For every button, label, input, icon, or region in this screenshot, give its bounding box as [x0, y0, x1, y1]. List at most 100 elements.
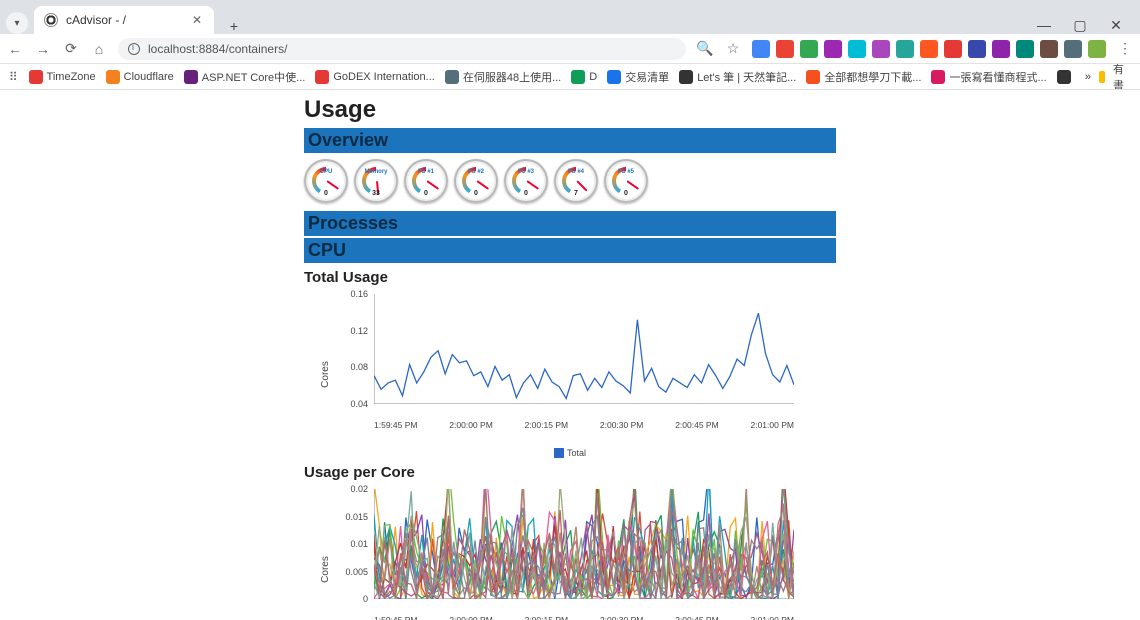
- address-bar: ← → ⟳ ⌂ localhost:8884/containers/ 🔍 ☆ ⋮: [0, 34, 1140, 64]
- bookmark-favicon: [29, 70, 43, 84]
- gauge-label: FS #3: [504, 169, 548, 175]
- extension-icon[interactable]: [800, 40, 818, 58]
- extension-icon[interactable]: [1064, 40, 1082, 58]
- nav-back-button[interactable]: ←: [6, 40, 24, 58]
- window-close-button[interactable]: ✕: [1102, 17, 1130, 34]
- bookmark-favicon: [806, 70, 820, 84]
- section-overview: Overview: [304, 128, 836, 153]
- chart-percore-ylabel: Cores: [320, 556, 331, 583]
- bookmark-item[interactable]: ASP.NET Core中使...: [184, 69, 306, 85]
- legend-item[interactable]: Total: [554, 448, 586, 458]
- gauge-value: 0: [404, 190, 448, 197]
- extension-icon[interactable]: [968, 40, 986, 58]
- bookmark-item[interactable]: 全部都想學刀下載...: [806, 69, 921, 85]
- bookmarks-overflow[interactable]: »: [1085, 71, 1091, 83]
- bookmark-item[interactable]: 在伺服器48上使用...: [445, 69, 561, 85]
- browser-menu-button[interactable]: ⋮: [1116, 40, 1134, 58]
- bookmark-item[interactable]: Let's 筆 | 天然筆記...: [679, 69, 796, 85]
- heading-usage: Usage: [304, 96, 836, 124]
- tab-list-button[interactable]: ▾: [6, 12, 28, 34]
- bookmark-item[interactable]: Cloudflare: [106, 69, 174, 85]
- url-text: localhost:8884/containers/: [148, 42, 287, 56]
- bookmark-label: 一張寫看懂商程式...: [949, 69, 1046, 85]
- gauge-label: FS #1: [404, 169, 448, 175]
- heading-total-usage: Total Usage: [304, 269, 836, 286]
- bookmark-item[interactable]: D: [571, 69, 597, 85]
- bookmark-favicon: [607, 70, 621, 84]
- bookmark-star-icon[interactable]: ☆: [724, 40, 742, 58]
- bookmark-label: 在伺服器48上使用...: [463, 69, 561, 85]
- bookmark-favicon: [931, 70, 945, 84]
- folder-icon: [1099, 71, 1105, 83]
- chart-total-ylabel: Cores: [320, 361, 331, 388]
- extension-icon[interactable]: [872, 40, 890, 58]
- gauge: FS #3 0: [504, 159, 548, 203]
- gauge-label: Memory: [354, 169, 398, 175]
- gauge-value: 0: [604, 190, 648, 197]
- extension-icon[interactable]: [1016, 40, 1034, 58]
- section-processes[interactable]: Processes: [304, 211, 836, 236]
- heading-usage-per-core: Usage per Core: [304, 464, 836, 481]
- chart-total-usage: Cores 0.040.080.120.16 1:59:45 PM2:00:00…: [340, 294, 836, 444]
- search-icon[interactable]: 🔍: [696, 40, 714, 58]
- bookmark-favicon: [1057, 70, 1071, 84]
- page-scroll-region[interactable]: Usage Overview CPU 0 Memory 33 FS #1 0 F…: [0, 90, 1140, 620]
- extension-icon[interactable]: [824, 40, 842, 58]
- gauge: FS #2 0: [454, 159, 498, 203]
- extension-icon[interactable]: [1088, 40, 1106, 58]
- extension-icon[interactable]: [848, 40, 866, 58]
- bookmark-favicon: [315, 70, 329, 84]
- nav-reload-button[interactable]: ⟳: [62, 40, 80, 58]
- gauge-label: FS #4: [554, 169, 598, 175]
- url-field[interactable]: localhost:8884/containers/: [118, 38, 686, 60]
- bookmark-favicon: [445, 70, 459, 84]
- extension-icon[interactable]: [1040, 40, 1058, 58]
- section-cpu: CPU: [304, 238, 836, 263]
- extensions-row: [752, 40, 1106, 58]
- tab-favicon: [44, 13, 58, 27]
- all-bookmarks-button[interactable]: 所有書籤: [1113, 64, 1132, 90]
- chart-per-core: Cores 00.0050.010.0150.02 1:59:45 PM2:00…: [340, 489, 836, 620]
- gauges-row: CPU 0 Memory 33 FS #1 0 FS #2 0 FS #3 0 …: [304, 159, 836, 203]
- gauge-value: 0: [454, 190, 498, 197]
- gauge: CPU 0: [304, 159, 348, 203]
- gauge: Memory 33: [354, 159, 398, 203]
- apps-button[interactable]: ⠿: [8, 68, 19, 86]
- bookmarks-bar: ⠿ TimeZone Cloudflare ASP.NET Core中使... GoD…: [0, 64, 1140, 90]
- bookmark-label: 全部都想學刀下載...: [824, 69, 921, 85]
- gauge-label: FS #5: [604, 169, 648, 175]
- bookmark-item[interactable]: 交易清單: [607, 69, 669, 85]
- bookmark-favicon: [184, 70, 198, 84]
- extension-icon[interactable]: [992, 40, 1010, 58]
- window-maximize-button[interactable]: ▢: [1066, 17, 1094, 34]
- bookmark-favicon: [106, 70, 120, 84]
- bookmark-item[interactable]: TimeZone: [29, 69, 96, 85]
- nav-forward-button[interactable]: →: [34, 40, 52, 58]
- extension-icon[interactable]: [920, 40, 938, 58]
- extension-icon[interactable]: [752, 40, 770, 58]
- bookmark-favicon: [571, 70, 585, 84]
- bookmark-item[interactable]: 問題 - HackMD: [1057, 69, 1075, 85]
- gauge-value: 33: [354, 190, 398, 197]
- extension-icon[interactable]: [944, 40, 962, 58]
- bookmark-favicon: [679, 70, 693, 84]
- site-info-icon[interactable]: [128, 43, 140, 55]
- bookmark-label: GoDEX Internation...: [333, 71, 435, 83]
- bookmark-item[interactable]: 一張寫看懂商程式...: [931, 69, 1046, 85]
- bookmark-label: TimeZone: [47, 71, 96, 83]
- tab-title: cAdvisor - /: [66, 13, 126, 27]
- chart-total-legend: Total: [304, 448, 836, 458]
- tab-close-icon[interactable]: ✕: [192, 13, 202, 27]
- bookmark-item[interactable]: GoDEX Internation...: [315, 69, 435, 85]
- nav-home-button[interactable]: ⌂: [90, 40, 108, 58]
- new-tab-button[interactable]: +: [220, 18, 248, 34]
- bookmark-label: Cloudflare: [124, 71, 174, 83]
- window-minimize-button[interactable]: —: [1030, 17, 1058, 34]
- bookmark-label: D: [589, 71, 597, 83]
- bookmark-label: 交易清單: [625, 69, 669, 85]
- extension-icon[interactable]: [776, 40, 794, 58]
- gauge: FS #5 0: [604, 159, 648, 203]
- extension-icon[interactable]: [896, 40, 914, 58]
- gauge-value: 7: [554, 190, 598, 197]
- browser-tab-active[interactable]: cAdvisor - / ✕: [34, 6, 214, 34]
